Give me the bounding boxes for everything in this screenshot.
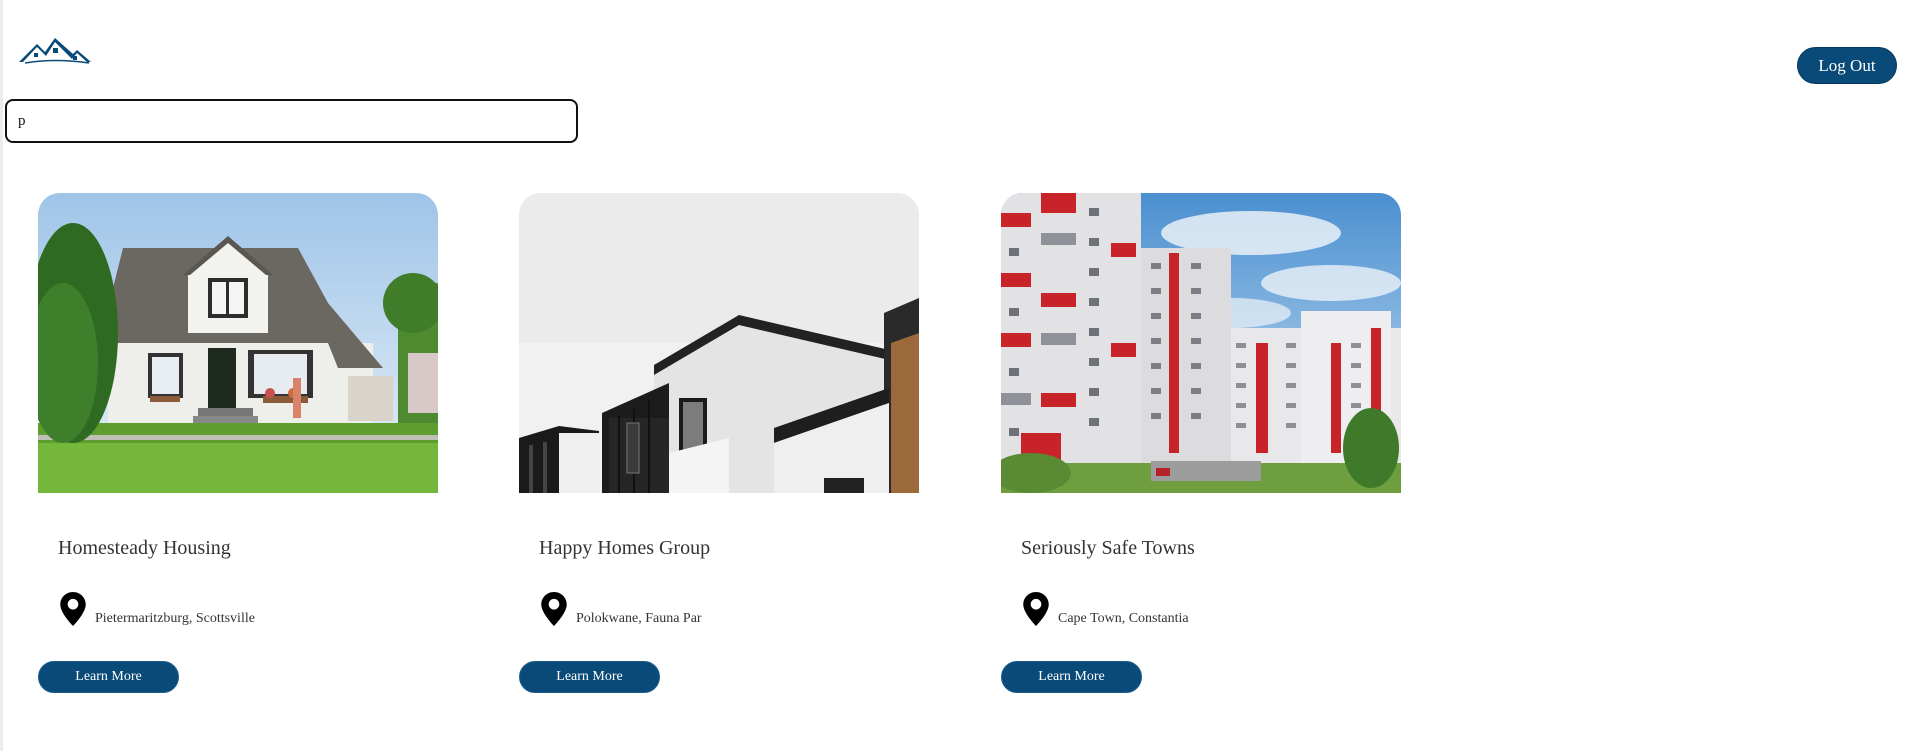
- suburban-house-photo: [38, 193, 438, 493]
- learn-more-button[interactable]: Learn More: [1001, 661, 1142, 693]
- modern-black-white-house-photo: [519, 193, 919, 493]
- learn-more-button[interactable]: Learn More: [38, 661, 179, 693]
- listing-location: Polokwane, Fauna Par: [576, 611, 702, 626]
- search-input[interactable]: [5, 99, 578, 143]
- listing-title: Homesteady Housing: [58, 537, 231, 559]
- logout-button[interactable]: Log Out: [1797, 47, 1897, 84]
- map-pin-icon: [541, 592, 567, 626]
- listing-card: Happy Homes Group Polokwane, Fauna Par L…: [519, 193, 919, 733]
- map-pin-icon: [1023, 592, 1049, 626]
- listing-card: Seriously Safe Towns Cape Town, Constant…: [1001, 193, 1401, 733]
- learn-more-button[interactable]: Learn More: [519, 661, 660, 693]
- map-pin-icon: [60, 592, 86, 626]
- listing-location: Cape Town, Constantia: [1058, 611, 1189, 626]
- listing-title: Happy Homes Group: [539, 537, 711, 559]
- apartment-towers-photo: [1001, 193, 1401, 493]
- listing-title: Seriously Safe Towns: [1021, 537, 1195, 559]
- house-roof-logo-icon[interactable]: [17, 32, 93, 66]
- listing-location: Pietermaritzburg, Scottsville: [95, 611, 255, 626]
- listing-card: Homesteady Housing Pietermaritzburg, Sco…: [38, 193, 438, 733]
